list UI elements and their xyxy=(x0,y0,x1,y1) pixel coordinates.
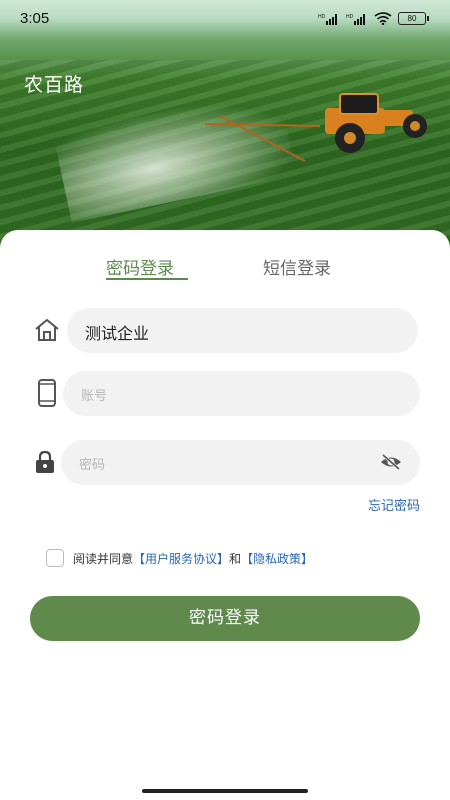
forgot-password-link[interactable]: 忘记密码 xyxy=(368,495,420,514)
lock-icon xyxy=(36,450,54,473)
status-bar: 3:05 HD HD 80 xyxy=(0,0,450,36)
wifi-icon xyxy=(374,12,392,25)
signal-icon: HD xyxy=(318,13,337,25)
active-tab-indicator xyxy=(106,278,188,280)
agreement-and: 和 xyxy=(229,551,242,566)
agreement-prefix: 阅读并同意 xyxy=(73,551,134,566)
tractor-illustration xyxy=(204,93,427,162)
svg-text:HD: HD xyxy=(346,14,354,20)
battery-icon: 80 xyxy=(398,12,429,25)
home-icon xyxy=(35,319,59,341)
password-field[interactable]: 密码 xyxy=(61,440,420,485)
login-button[interactable]: 密码登录 xyxy=(30,596,420,641)
password-placeholder: 密码 xyxy=(79,458,106,473)
company-value: 测试企业 xyxy=(85,324,150,343)
signal-icon-2: HD xyxy=(346,13,365,25)
eye-off-icon[interactable] xyxy=(380,453,402,471)
status-time: 3:05 xyxy=(20,10,50,27)
tab-sms-login[interactable]: 短信登录 xyxy=(263,254,331,279)
hero-image xyxy=(0,0,450,260)
app-name: 农百路 xyxy=(24,74,85,96)
agreement-row: 阅读并同意 【用户服务协议】 和 【隐私政策】 xyxy=(46,549,313,567)
user-agreement-link[interactable]: 【用户服务协议】 xyxy=(133,550,229,567)
login-card: 密码登录 短信登录 测试企业 账号 密码 忘记密码 阅读并同意 【用户服务协议】 xyxy=(0,230,450,800)
account-field[interactable]: 账号 xyxy=(63,371,420,416)
tab-password-login[interactable]: 密码登录 xyxy=(106,254,174,279)
agreement-checkbox[interactable] xyxy=(46,549,64,567)
svg-text:HD: HD xyxy=(318,14,326,20)
home-indicator[interactable] xyxy=(142,789,308,793)
phone-icon xyxy=(38,379,56,407)
account-placeholder: 账号 xyxy=(81,389,108,404)
status-icons: HD HD 80 xyxy=(318,12,429,25)
privacy-policy-link[interactable]: 【隐私政策】 xyxy=(241,550,313,567)
battery-level: 80 xyxy=(407,14,417,23)
company-field[interactable]: 测试企业 xyxy=(67,308,418,353)
